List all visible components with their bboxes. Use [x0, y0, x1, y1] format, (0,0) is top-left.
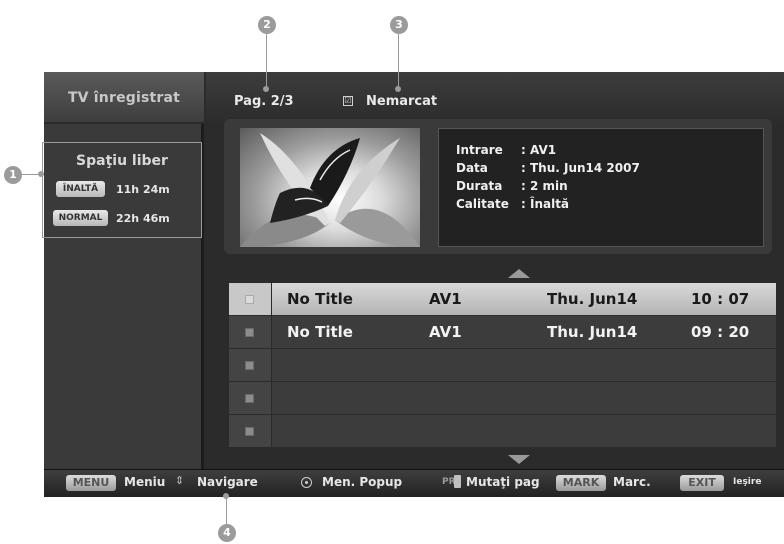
navigate-label: Navigare — [197, 475, 258, 489]
info-quality-key: Calitate — [456, 197, 509, 211]
row-checkbox[interactable] — [245, 295, 254, 304]
row-checkbox-cell — [229, 349, 272, 381]
callout-3: 3 — [390, 16, 408, 34]
recording-source: AV1 — [429, 290, 462, 308]
menu-key-label: Meniu — [124, 475, 166, 489]
info-date-key: Data — [456, 161, 488, 175]
info-duration-value: : 2 min — [521, 179, 568, 193]
quality-normal-badge: NORMAL — [53, 210, 108, 226]
callout-3-dot — [395, 86, 401, 92]
recording-row[interactable] — [229, 415, 776, 448]
recording-title: No Title — [287, 290, 353, 308]
row-checkbox[interactable] — [245, 427, 254, 436]
row-checkbox[interactable] — [245, 328, 254, 337]
recording-date: Thu. Jun14 — [547, 290, 638, 308]
free-space-title: Spaţiu liber — [76, 153, 168, 169]
info-quality-value: : Înaltă — [521, 197, 570, 211]
free-time-high: 11h 24m — [116, 183, 170, 196]
sidebar-title: TV înregistrat — [67, 90, 181, 106]
scroll-up-arrow-icon[interactable] — [508, 269, 530, 278]
recording-time: 10 : 07 — [691, 290, 750, 308]
recording-date: Thu. Jun14 — [547, 323, 638, 341]
recording-row[interactable]: No Title AV1 Thu. Jun14 10 : 07 — [229, 283, 776, 316]
mark-key-button[interactable]: MARK — [556, 475, 606, 491]
popup-menu-label: Men. Popup — [322, 475, 403, 489]
row-checkbox-cell — [229, 283, 272, 315]
recording-row[interactable]: No Title AV1 Thu. Jun14 09 : 20 — [229, 316, 776, 349]
callout-1-dot — [38, 171, 44, 177]
info-input-key: Intrare — [456, 143, 503, 157]
navigate-arrows-icon: ⇕ — [175, 474, 185, 487]
row-checkbox-cell — [229, 316, 272, 348]
program-up-down-icon[interactable] — [454, 475, 461, 488]
menu-key-button[interactable]: MENU — [66, 475, 116, 491]
recording-source: AV1 — [429, 323, 462, 341]
exit-key-label: Ieşire — [733, 477, 762, 487]
exit-key-button[interactable]: EXIT — [680, 475, 724, 491]
recording-row[interactable] — [229, 382, 776, 415]
info-input-value: : AV1 — [521, 143, 557, 157]
mark-key-label: Marc. — [613, 475, 651, 489]
callout-4-dot — [223, 493, 229, 499]
recording-thumbnail — [240, 128, 420, 247]
recording-title: No Title — [287, 323, 353, 341]
callout-4-line — [226, 495, 227, 524]
callout-2-dot — [263, 86, 269, 92]
callout-2-line — [266, 34, 267, 90]
ok-button-icon[interactable] — [301, 477, 312, 488]
free-time-normal: 22h 46m — [116, 212, 170, 225]
recording-row[interactable] — [229, 349, 776, 382]
callout-4: 4 — [218, 524, 236, 542]
sidebar — [44, 72, 204, 469]
callout-3-line — [398, 34, 399, 90]
callout-2: 2 — [258, 16, 276, 34]
row-checkbox-cell — [229, 415, 272, 447]
quality-high-badge: ÎNALTĂ — [56, 181, 105, 197]
row-checkbox[interactable] — [245, 394, 254, 403]
scroll-down-arrow-icon[interactable] — [508, 455, 530, 464]
recordings-list: No Title AV1 Thu. Jun14 10 : 07 No Title… — [229, 283, 776, 448]
info-date-value: : Thu. Jun14 2007 — [521, 161, 640, 175]
info-duration-key: Durata — [456, 179, 503, 193]
checkbox-icon[interactable]: ☑ — [343, 96, 353, 106]
butterfly-image — [240, 133, 420, 247]
row-checkbox-cell — [229, 382, 272, 414]
page-indicator: Pag. 2/3 — [234, 94, 294, 109]
callout-1: 1 — [4, 166, 22, 184]
recording-time: 09 : 20 — [691, 323, 750, 341]
unmarked-filter-label[interactable]: Nemarcat — [366, 94, 437, 109]
move-page-label: Mutaţi pag — [466, 475, 540, 489]
row-checkbox[interactable] — [245, 361, 254, 370]
